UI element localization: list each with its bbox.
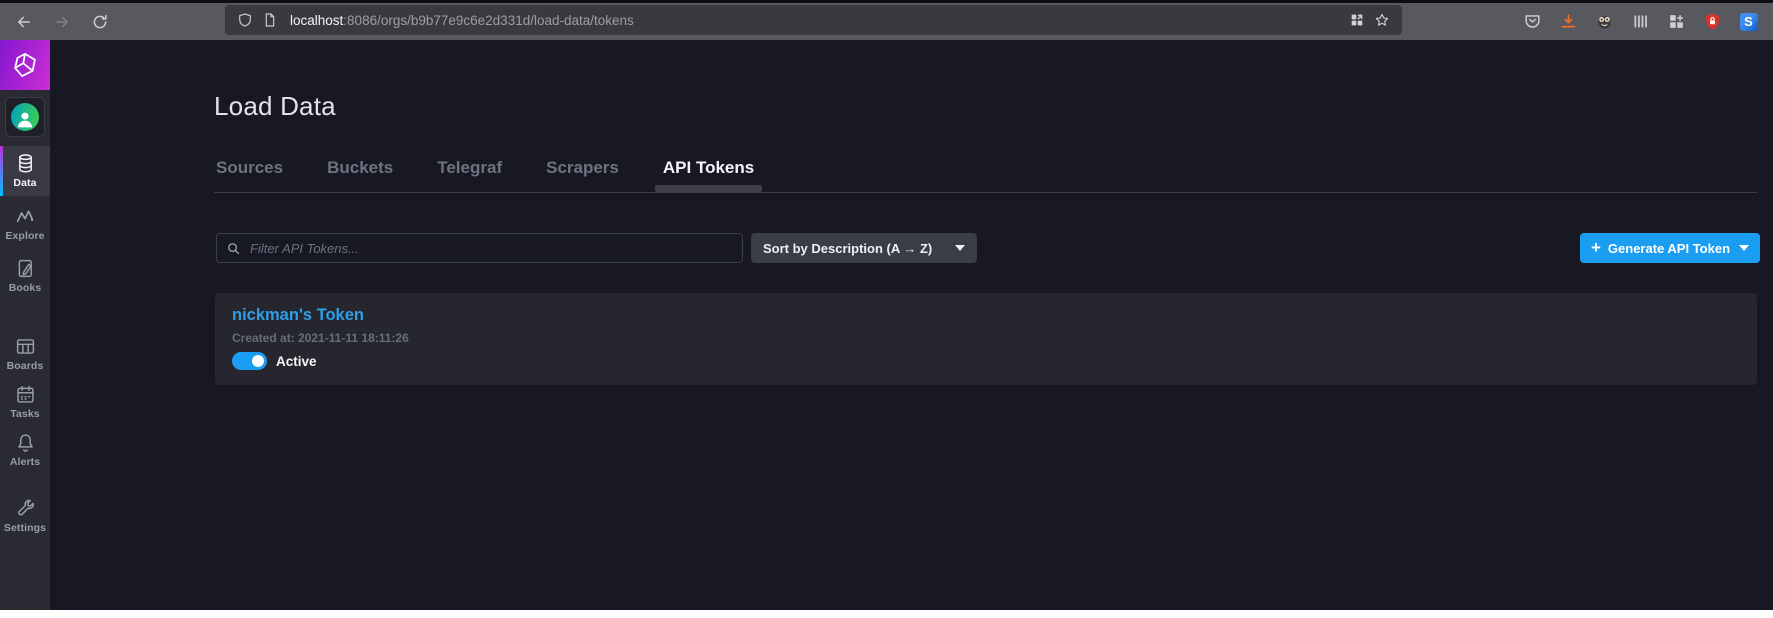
extension-animal-icon[interactable] <box>1594 11 1615 32</box>
bell-icon <box>17 434 33 452</box>
sidebar-item-boards[interactable]: Boards <box>0 330 50 378</box>
toolbar-extension-icons: S <box>1522 3 1759 40</box>
token-card: nickman's Token Created at: 2021-11-11 1… <box>215 293 1757 385</box>
dashboard-icon <box>16 339 34 354</box>
search-icon <box>228 242 240 254</box>
url-text[interactable]: localhost:8086/orgs/b9b77e9c6e2d331d/loa… <box>290 13 634 28</box>
extension-fence-icon[interactable] <box>1630 11 1651 32</box>
tab-telegraf[interactable]: Telegraf <box>435 158 504 178</box>
sidebar-label-books: Books <box>8 282 42 294</box>
tab-api-tokens[interactable]: API Tokens <box>654 158 763 192</box>
person-icon <box>17 112 33 127</box>
containers-icon[interactable] <box>1349 12 1365 28</box>
graph-line-icon <box>16 210 33 223</box>
sidebar: Data Explore Books Boards Tasks Alerts S… <box>0 40 50 610</box>
sidebar-item-books[interactable]: Books <box>0 252 50 300</box>
token-status-label: Active <box>276 353 317 369</box>
tracking-protection-shield-icon[interactable] <box>237 12 253 28</box>
wrench-icon <box>17 499 34 516</box>
back-icon <box>18 16 30 27</box>
controls-row: Sort by Description (A → Z) + Generate A… <box>50 233 1773 263</box>
tab-sources[interactable]: Sources <box>214 158 285 178</box>
avatar-circle <box>11 103 39 131</box>
sort-dropdown[interactable]: Sort by Description (A → Z) <box>751 233 977 263</box>
sidebar-item-settings[interactable]: Settings <box>0 492 50 540</box>
url-host: localhost <box>290 12 344 28</box>
generate-api-token-label: Generate API Token <box>1607 240 1731 256</box>
notebook-pencil-icon <box>18 259 32 278</box>
tab-scrapers[interactable]: Scrapers <box>544 158 621 178</box>
window-top-edge <box>0 0 1773 3</box>
database-icon <box>18 154 32 173</box>
tabs-divider <box>214 192 1757 193</box>
screen: localhost:8086/orgs/b9b77e9c6e2d331d/loa… <box>0 0 1773 618</box>
sidebar-label-explore: Explore <box>5 230 45 242</box>
reload-icon <box>93 14 107 28</box>
extension-grid-plus-icon[interactable] <box>1666 11 1687 32</box>
sidebar-label-settings: Settings <box>3 522 47 534</box>
plus-icon: + <box>1590 237 1601 257</box>
sidebar-label-data: Data <box>13 177 37 189</box>
forward-icon <box>56 16 68 27</box>
filter-tokens-input[interactable] <box>248 239 733 257</box>
url-path: :8086/orgs/b9b77e9c6e2d331d/load-data/to… <box>343 12 634 28</box>
url-bar[interactable]: localhost:8086/orgs/b9b77e9c6e2d331d/loa… <box>225 5 1402 35</box>
calendar-icon <box>16 385 34 403</box>
sidebar-item-explore[interactable]: Explore <box>0 200 50 248</box>
sidebar-item-tasks[interactable]: Tasks <box>0 378 50 426</box>
generate-api-token-button[interactable]: + Generate API Token <box>1580 233 1760 263</box>
sort-dropdown-label: Sort by Description (A → Z) <box>763 240 933 256</box>
chevron-down-icon <box>955 245 965 251</box>
main-content: Load Data Sources Buckets Telegraf Scrap… <box>50 40 1773 610</box>
influxdb-logo[interactable] <box>0 40 50 90</box>
browser-nav-buttons <box>10 3 114 40</box>
filter-tokens-field[interactable] <box>216 233 743 263</box>
sidebar-label-boards: Boards <box>6 360 44 372</box>
extension-shield-lock-icon[interactable] <box>1702 11 1723 32</box>
tab-buckets[interactable]: Buckets <box>325 158 395 178</box>
page-info-icon[interactable] <box>262 12 278 28</box>
forward-button[interactable] <box>48 8 76 36</box>
sidebar-label-tasks: Tasks <box>10 408 40 420</box>
extension-s-badge-icon[interactable]: S <box>1738 11 1759 32</box>
load-data-tabs: Sources Buckets Telegraf Scrapers API To… <box>214 158 763 192</box>
reload-button[interactable] <box>86 8 114 36</box>
downloads-icon[interactable] <box>1558 11 1579 32</box>
sidebar-item-alerts[interactable]: Alerts <box>0 426 50 474</box>
sidebar-item-data[interactable]: Data <box>0 146 50 196</box>
token-active-toggle[interactable] <box>232 352 267 370</box>
bookmark-star-icon[interactable] <box>1374 12 1390 28</box>
token-name-link[interactable]: nickman's Token <box>232 306 1740 325</box>
user-avatar[interactable] <box>5 97 45 137</box>
back-button[interactable] <box>10 8 38 36</box>
browser-chrome: localhost:8086/orgs/b9b77e9c6e2d331d/loa… <box>0 0 1773 40</box>
token-status-row: Active <box>232 352 1740 370</box>
pocket-icon[interactable] <box>1522 11 1543 32</box>
chevron-down-icon <box>1739 245 1750 251</box>
token-created-at: Created at: 2021-11-11 18:11:26 <box>232 331 409 345</box>
influxdb-cube-icon <box>14 53 36 77</box>
sidebar-label-alerts: Alerts <box>9 456 41 468</box>
page-title: Load Data <box>214 91 336 122</box>
